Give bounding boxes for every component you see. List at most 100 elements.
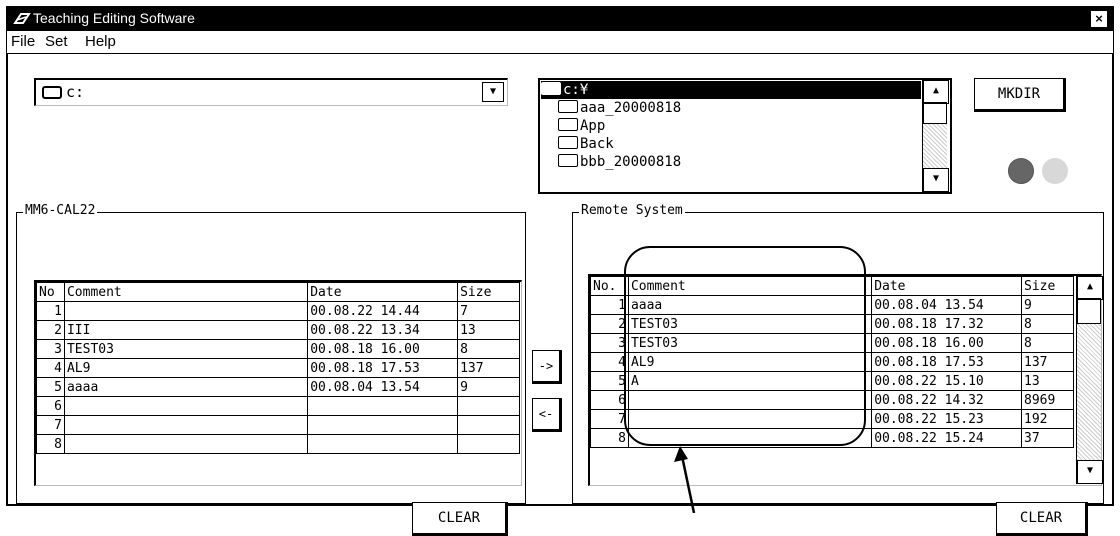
table-row[interactable]: 6 <box>36 396 520 416</box>
scroll-track[interactable] <box>923 124 947 170</box>
mkdir-button[interactable]: MKDIR <box>974 78 1066 112</box>
col-header-no[interactable]: No. <box>590 276 629 296</box>
cell-no[interactable]: 2 <box>590 314 629 334</box>
table-row[interactable]: 1 00.08.22 14.44 7 <box>36 301 520 321</box>
col-header-comment[interactable]: Comment <box>63 282 309 302</box>
cell-size[interactable]: 9 <box>1021 295 1074 315</box>
cell-comment[interactable] <box>63 434 309 454</box>
table-row[interactable]: 2 III 00.08.22 13.34 13 <box>36 320 520 340</box>
cell-date[interactable]: 00.08.18 16.00 <box>307 339 459 359</box>
close-button[interactable]: × <box>1091 11 1107 27</box>
cell-comment[interactable] <box>63 301 309 321</box>
cell-size[interactable]: 9 <box>457 377 520 397</box>
cell-no[interactable]: 1 <box>590 295 629 315</box>
folder-item[interactable]: bbb_20000818 <box>558 153 681 171</box>
cell-date[interactable]: 00.08.22 15.10 <box>871 371 1023 391</box>
cell-date[interactable]: 00.08.04 13.54 <box>307 377 459 397</box>
cell-comment[interactable] <box>63 396 309 416</box>
cell-date[interactable]: 00.08.18 17.53 <box>871 352 1023 372</box>
cell-no[interactable]: 4 <box>36 358 65 378</box>
folder-item-current[interactable]: c:¥ <box>541 81 921 99</box>
folder-list[interactable]: c:¥ aaa_20000818 App Back bbb_20000818 ▲… <box>538 78 952 194</box>
cell-date[interactable]: 00.08.18 17.32 <box>871 314 1023 334</box>
scroll-thumb[interactable] <box>1077 298 1101 324</box>
folder-item[interactable]: aaa_20000818 <box>558 99 681 117</box>
cell-no[interactable]: 6 <box>36 396 65 416</box>
cell-date[interactable]: 00.08.22 13.34 <box>307 320 459 340</box>
copy-to-local-button[interactable]: <- <box>532 398 562 432</box>
col-header-size[interactable]: Size <box>457 282 520 302</box>
cell-size[interactable]: 13 <box>1021 371 1074 391</box>
dropdown-arrow-icon[interactable]: ▼ <box>482 82 504 102</box>
cell-size[interactable]: 8969 <box>1021 390 1074 410</box>
cell-date[interactable]: 00.08.22 15.23 <box>871 409 1023 429</box>
remote-table-scrollbar[interactable]: ▲ ▼ <box>1076 276 1103 484</box>
col-header-date[interactable]: Date <box>871 276 1023 296</box>
cell-size[interactable]: 37 <box>1021 428 1074 448</box>
cell-date[interactable] <box>307 434 459 454</box>
folder-scrollbar[interactable]: ▲ ▼ <box>922 80 949 192</box>
table-row[interactable]: 8 <box>36 434 520 454</box>
folder-item[interactable]: Back <box>558 135 614 153</box>
cell-size[interactable]: 8 <box>1021 333 1074 353</box>
cell-comment[interactable] <box>63 415 309 435</box>
clear-local-button[interactable]: CLEAR <box>412 502 508 536</box>
scroll-track[interactable] <box>1077 324 1101 460</box>
scroll-down-icon[interactable]: ▼ <box>923 168 949 192</box>
cell-no[interactable]: 1 <box>36 301 65 321</box>
cell-no[interactable]: 7 <box>590 409 629 429</box>
cell-no[interactable]: 6 <box>590 390 629 410</box>
scroll-up-icon[interactable]: ▲ <box>1077 276 1103 300</box>
cell-no[interactable]: 5 <box>36 377 65 397</box>
cell-date[interactable] <box>307 415 459 435</box>
cell-size[interactable]: 137 <box>1021 352 1074 372</box>
cell-size[interactable]: 8 <box>1021 314 1074 334</box>
drive-select[interactable]: c: ▼ <box>34 78 508 106</box>
cell-date[interactable]: 00.08.18 17.53 <box>307 358 459 378</box>
cell-date[interactable]: 00.08.22 14.32 <box>871 390 1023 410</box>
cell-no[interactable]: 4 <box>590 352 629 372</box>
cell-size[interactable]: 13 <box>457 320 520 340</box>
menu-set[interactable]: Set <box>45 33 68 50</box>
cell-no[interactable]: 2 <box>36 320 65 340</box>
col-header-no[interactable]: No <box>36 282 65 302</box>
scroll-down-icon[interactable]: ▼ <box>1077 460 1103 484</box>
menu-file[interactable]: File <box>11 33 35 50</box>
cell-size[interactable]: 192 <box>1021 409 1074 429</box>
cell-date[interactable]: 00.08.04 13.54 <box>871 295 1023 315</box>
cell-no[interactable]: 5 <box>590 371 629 391</box>
cell-comment[interactable]: AL9 <box>63 358 309 378</box>
cell-size[interactable] <box>457 415 520 435</box>
copy-to-remote-button[interactable]: -> <box>532 350 562 384</box>
cell-size[interactable]: 7 <box>457 301 520 321</box>
folder-item[interactable]: App <box>558 117 605 135</box>
scroll-thumb[interactable] <box>923 102 947 124</box>
cell-comment[interactable]: TEST03 <box>63 339 309 359</box>
table-row[interactable]: 5 aaaa 00.08.04 13.54 9 <box>36 377 520 397</box>
cell-no[interactable]: 7 <box>36 415 65 435</box>
menu-help[interactable]: Help <box>85 33 116 50</box>
table-row[interactable]: 7 <box>36 415 520 435</box>
cell-date[interactable]: 00.08.18 16.00 <box>871 333 1023 353</box>
scroll-up-icon[interactable]: ▲ <box>923 80 949 104</box>
clear-remote-button[interactable]: CLEAR <box>996 502 1088 536</box>
cell-no[interactable]: 3 <box>36 339 65 359</box>
cell-comment[interactable]: III <box>63 320 309 340</box>
cell-comment[interactable]: aaaa <box>63 377 309 397</box>
col-header-size[interactable]: Size <box>1021 276 1074 296</box>
cell-no[interactable]: 3 <box>590 333 629 353</box>
cell-size[interactable]: 8 <box>457 339 520 359</box>
table-row[interactable]: 4 AL9 00.08.18 17.53 137 <box>36 358 520 378</box>
cell-size[interactable] <box>457 434 520 454</box>
table-row[interactable]: 3 TEST03 00.08.18 16.00 8 <box>36 339 520 359</box>
col-header-date[interactable]: Date <box>307 282 459 302</box>
cell-date[interactable]: 00.08.22 15.24 <box>871 428 1023 448</box>
cell-no[interactable]: 8 <box>36 434 65 454</box>
title-bar[interactable]: Teaching Editing Software × <box>7 7 1113 31</box>
local-file-table[interactable]: No Comment Date Size 1 00.08.22 14.44 7 2 II… <box>34 280 522 486</box>
cell-size[interactable]: 137 <box>457 358 520 378</box>
cell-date[interactable]: 00.08.22 14.44 <box>307 301 459 321</box>
cell-size[interactable] <box>457 396 520 416</box>
cell-date[interactable] <box>307 396 459 416</box>
cell-no[interactable]: 8 <box>590 428 629 448</box>
